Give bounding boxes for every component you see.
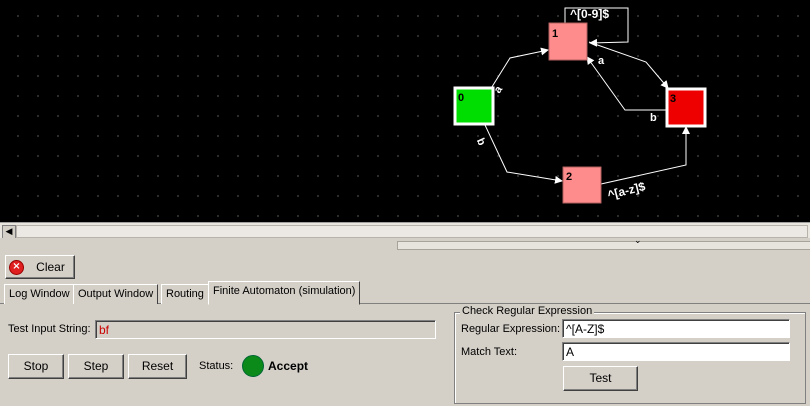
state-1[interactable]: 1 — [548, 22, 588, 61]
tab-log-window[interactable]: Log Window — [4, 284, 75, 304]
scrollbar-thumb[interactable] — [16, 225, 808, 238]
scroll-left-arrow-icon[interactable]: ◀ — [2, 225, 16, 239]
edge-label-1-3: a — [598, 55, 605, 67]
test-input-field[interactable]: bf — [95, 320, 436, 339]
output-tabs: Log Window Output Window Routing Finite … — [0, 281, 810, 305]
state-label-0: 0 — [458, 92, 464, 104]
clear-log-button[interactable]: × Clear Log — [5, 255, 75, 296]
edge-label-1-1: ^[0-9]$ — [570, 7, 609, 21]
clear-icon: × — [9, 260, 24, 275]
automaton-graph: a b a b ^[0-9]$ ^[a-z]$ 0 1 2 3 — [453, 7, 707, 204]
regex-group-title: Check Regular Expression — [460, 305, 595, 317]
edge-0-2 — [484, 124, 563, 184]
match-text-label: Match Text: — [461, 346, 518, 358]
state-0[interactable]: 0 — [453, 86, 495, 126]
edge-label-3-1: b — [650, 112, 657, 124]
state-label-1: 1 — [552, 28, 558, 40]
tab-routing[interactable]: Routing — [161, 284, 209, 304]
regex-input[interactable]: ^[A-Z]$ — [562, 319, 790, 338]
regex-label: Regular Expression: — [461, 323, 561, 335]
edge-label-2-3: ^[a-z]$ — [606, 179, 647, 202]
test-input-label: Test Input String: — [8, 323, 91, 335]
status-label: Status: — [199, 360, 234, 372]
edge-0-1 — [489, 47, 549, 91]
canvas-horizontal-scrollbar[interactable]: ◀ — [0, 222, 810, 239]
tab-finite-automaton[interactable]: Finite Automaton (simulation) — [208, 281, 361, 305]
state-label-3: 3 — [670, 93, 676, 105]
state-label-2: 2 — [566, 171, 572, 183]
edge-2-3 — [600, 126, 690, 185]
edge-label-0-2: b — [474, 136, 488, 147]
stop-button[interactable]: Stop — [8, 354, 64, 379]
state-2[interactable]: 2 — [562, 166, 602, 204]
automaton-canvas[interactable]: a b a b ^[0-9]$ ^[a-z]$ 0 1 2 3 — [0, 0, 810, 222]
test-button[interactable]: Test — [563, 366, 638, 391]
status-indicator-icon — [242, 355, 264, 377]
step-button[interactable]: Step — [68, 354, 124, 379]
status-value: Accept — [268, 359, 309, 373]
splitter-grip[interactable] — [397, 241, 810, 250]
chevron-down-icon[interactable]: ⌄ — [634, 236, 642, 246]
reset-button[interactable]: Reset — [128, 354, 187, 379]
state-3[interactable]: 3 — [665, 87, 707, 128]
tab-output-window[interactable]: Output Window — [73, 284, 159, 304]
pane-splitter[interactable]: ⌄ — [0, 236, 810, 252]
match-text-input[interactable]: A — [562, 342, 790, 361]
